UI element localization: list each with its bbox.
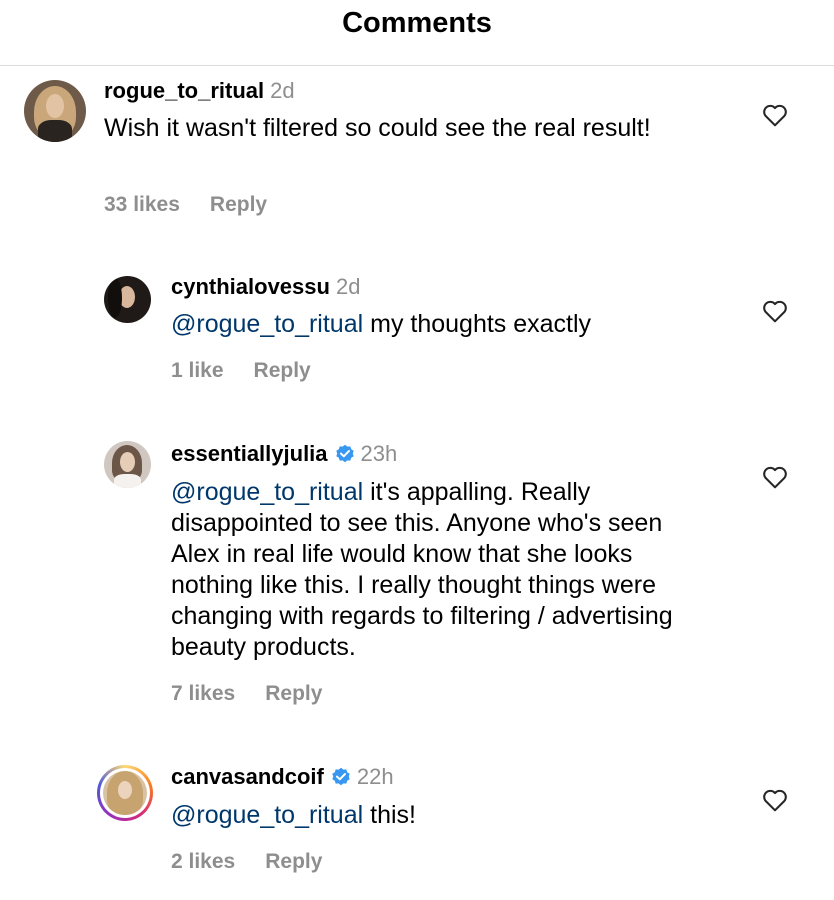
likes-count[interactable]: 2 likes bbox=[171, 850, 235, 873]
mention-link[interactable]: @rogue_to_ritual bbox=[171, 478, 363, 506]
likes-count[interactable]: 1 like bbox=[171, 359, 224, 382]
reply-button[interactable]: Reply bbox=[265, 682, 322, 705]
avatar-with-story-ring[interactable] bbox=[97, 765, 153, 821]
likes-count[interactable]: 33 likes bbox=[104, 193, 180, 216]
comment-actions: 1 like Reply bbox=[171, 358, 311, 384]
comment-header: essentiallyjulia 23h bbox=[171, 441, 397, 467]
avatar[interactable] bbox=[24, 80, 86, 142]
comment-actions: 7 likes Reply bbox=[171, 681, 322, 707]
comment-header: canvasandcoif 22h bbox=[171, 764, 394, 790]
comment-body: my thoughts exactly bbox=[363, 310, 592, 338]
heart-outline-icon[interactable] bbox=[762, 103, 788, 127]
username[interactable]: canvasandcoif bbox=[171, 764, 324, 789]
comment-body: this! bbox=[363, 801, 416, 829]
verified-badge-icon bbox=[332, 767, 350, 786]
username[interactable]: essentiallyjulia bbox=[171, 441, 328, 466]
username[interactable]: rogue_to_ritual bbox=[104, 78, 264, 103]
likes-count[interactable]: 7 likes bbox=[171, 682, 235, 705]
avatar[interactable] bbox=[104, 441, 151, 488]
page-title: Comments bbox=[342, 7, 492, 39]
reply-button[interactable]: Reply bbox=[254, 359, 311, 382]
comment-text: @rogue_to_ritual my thoughts exactly bbox=[171, 309, 731, 340]
avatar[interactable] bbox=[104, 276, 151, 323]
comment-text: Wish it wasn't filtered so could see the… bbox=[104, 113, 664, 144]
comment-header: cynthialovessu 2d bbox=[171, 274, 360, 300]
comment-text: @rogue_to_ritual it's appalling. Really … bbox=[171, 477, 706, 663]
reply-button[interactable]: Reply bbox=[265, 850, 322, 873]
comment-body: Wish it wasn't filtered so could see the… bbox=[104, 114, 651, 142]
heart-outline-icon[interactable] bbox=[762, 299, 788, 323]
comments-header: Comments bbox=[0, 0, 834, 66]
verified-badge-icon bbox=[335, 444, 354, 463]
comment-actions: 33 likes Reply bbox=[104, 192, 267, 218]
comment-actions: 2 likes Reply bbox=[171, 849, 322, 875]
timestamp: 2d bbox=[270, 78, 295, 103]
mention-link[interactable]: @rogue_to_ritual bbox=[171, 310, 363, 338]
timestamp: 23h bbox=[360, 441, 398, 466]
comment-header: rogue_to_ritual 2d bbox=[104, 78, 295, 104]
heart-outline-icon[interactable] bbox=[762, 465, 788, 489]
timestamp: 2d bbox=[335, 274, 361, 299]
comment-text: @rogue_to_ritual this! bbox=[171, 800, 731, 831]
heart-outline-icon[interactable] bbox=[762, 788, 788, 812]
username[interactable]: cynthialovessu bbox=[171, 274, 330, 299]
timestamp: 22h bbox=[356, 764, 394, 789]
reply-button[interactable]: Reply bbox=[210, 193, 267, 216]
mention-link[interactable]: @rogue_to_ritual bbox=[171, 801, 363, 829]
